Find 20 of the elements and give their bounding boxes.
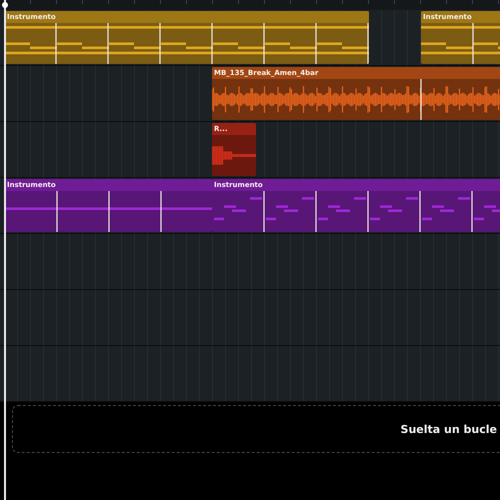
loop-marker	[107, 23, 109, 64]
loop-marker	[263, 191, 265, 232]
loop-marker	[263, 23, 265, 64]
loop-marker	[471, 191, 473, 232]
loop-marker	[419, 191, 421, 232]
loop-marker	[159, 23, 161, 64]
loop-marker	[160, 191, 162, 232]
loop-marker	[108, 191, 110, 232]
loop-marker	[420, 79, 422, 120]
loop-marker	[56, 191, 58, 232]
loop-marker	[315, 23, 317, 64]
waveform-drawing	[212, 146, 256, 166]
loop-marker	[472, 23, 474, 64]
loop-marker	[315, 191, 317, 232]
drop-zone-text: Suelta un bucle	[400, 422, 497, 436]
drop-zone[interactable]: Suelta un bucle	[12, 405, 500, 453]
loop-marker	[211, 23, 213, 64]
loop-marker	[367, 191, 369, 232]
loop-marker	[367, 23, 369, 64]
loop-marker	[55, 23, 57, 64]
